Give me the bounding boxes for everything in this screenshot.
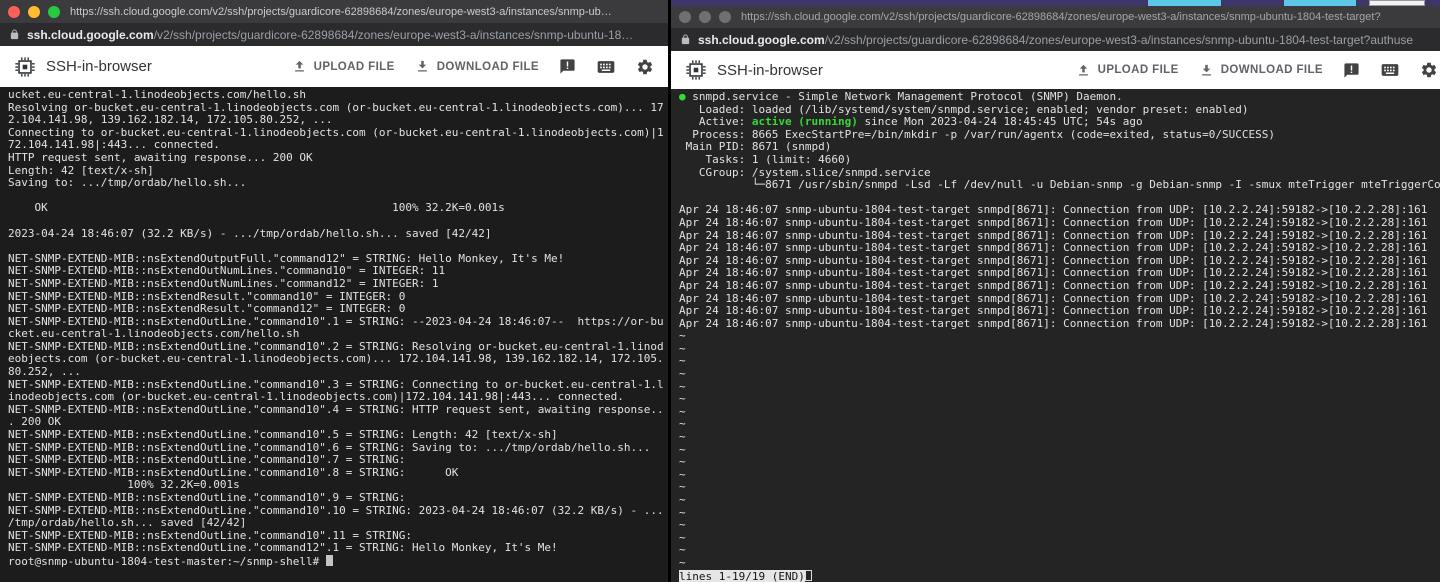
address-bar[interactable]: ssh.cloud.google.com/v2/ssh/projects/gua… <box>671 28 1440 51</box>
terminal-line: ~ <box>679 355 1440 368</box>
terminal-left[interactable]: ucket.eu-central-1.linodeobjects.com/hel… <box>0 87 668 582</box>
terminal-line: eobjects.com (or-bucket.eu-central-1.lin… <box>8 353 668 366</box>
right-browser-window: https://ssh.cloud.google.com/v2/ssh/proj… <box>671 6 1440 582</box>
terminal-line: ~ <box>679 544 1440 557</box>
page-url: ssh.cloud.google.com/v2/ssh/projects/gua… <box>27 28 633 42</box>
lock-icon <box>680 34 691 45</box>
ssh-app-header: SSH-in-browser UPLOAD FILE DOWNLOAD FILE <box>0 46 668 87</box>
settings-gear-icon <box>636 58 654 76</box>
window-title: https://ssh.cloud.google.com/v2/ssh/proj… <box>741 11 1432 23</box>
terminal-line: ~ <box>679 481 1440 494</box>
terminal-line: ~ <box>679 469 1440 482</box>
upload-icon <box>1076 63 1091 78</box>
window-titlebar[interactable]: https://ssh.cloud.google.com/v2/ssh/proj… <box>671 6 1440 28</box>
download-file-button[interactable]: DOWNLOAD FILE <box>415 59 539 74</box>
terminal-line: ~ <box>679 494 1440 507</box>
terminal-line: ~ <box>679 456 1440 469</box>
download-file-button[interactable]: DOWNLOAD FILE <box>1199 63 1323 78</box>
feedback-button[interactable] <box>559 58 576 75</box>
url-domain: ssh.cloud.google.com <box>698 33 825 47</box>
traffic-lights <box>8 6 60 18</box>
left-browser-window: https://ssh.cloud.google.com/v2/ssh/proj… <box>0 0 668 582</box>
feedback-icon <box>1343 62 1360 79</box>
keyboard-icon <box>596 57 616 77</box>
terminal-line: lines 1-19/19 (END) <box>679 570 1440 582</box>
url-domain: ssh.cloud.google.com <box>27 28 154 42</box>
download-icon <box>415 59 430 74</box>
chip-icon <box>14 56 36 78</box>
terminal-line: OK 100% 32.2K=0.001s <box>8 202 668 215</box>
chip-icon <box>685 59 707 81</box>
page-title: SSH-in-browser <box>46 58 152 75</box>
url-path: /v2/ssh/projects/guardicore-62898684/zon… <box>154 28 634 42</box>
terminal-line: 2023-04-24 18:46:07 (32.2 KB/s) - .../tm… <box>8 228 668 241</box>
terminal-line: ~ <box>679 444 1440 457</box>
terminal-line: ~ <box>679 393 1440 406</box>
terminal-line: ~ <box>679 519 1440 532</box>
close-icon[interactable] <box>679 11 691 23</box>
page-url: ssh.cloud.google.com/v2/ssh/projects/gua… <box>698 33 1413 47</box>
terminal-line: ~ <box>679 368 1440 381</box>
terminal-line: └─8671 /usr/sbin/snmpd -Lsd -Lf /dev/nul… <box>679 179 1440 192</box>
settings-gear-button[interactable] <box>1420 61 1438 79</box>
lock-icon <box>9 29 20 40</box>
terminal-line: ~ <box>679 431 1440 444</box>
window-titlebar[interactable]: https://ssh.cloud.google.com/v2/ssh/proj… <box>0 0 668 23</box>
traffic-lights <box>679 11 731 23</box>
terminal-line: Apr 24 18:46:07 snmp-ubuntu-1804-test-ta… <box>679 318 1440 331</box>
settings-gear-icon <box>1420 61 1438 79</box>
keyboard-icon <box>1380 60 1400 80</box>
zoom-icon[interactable] <box>48 6 60 18</box>
window-title: https://ssh.cloud.google.com/v2/ssh/proj… <box>70 6 660 18</box>
terminal-line: NET-SNMP-EXTEND-MIB::nsExtendOutLine."co… <box>8 404 668 417</box>
upload-file-button[interactable]: UPLOAD FILE <box>292 59 395 74</box>
upload-file-button[interactable]: UPLOAD FILE <box>1076 63 1179 78</box>
terminal-line: root@snmp-ubuntu-1804-test-master:~/snmp… <box>8 555 668 568</box>
address-bar[interactable]: ssh.cloud.google.com/v2/ssh/projects/gua… <box>0 23 668 46</box>
terminal-line: Saving to: .../tmp/ordab/hello.sh... <box>8 177 668 190</box>
zoom-icon[interactable] <box>719 11 731 23</box>
terminal-line: ~ <box>679 343 1440 356</box>
terminal-line: NET-SNMP-EXTEND-MIB::nsExtendOutLine."co… <box>8 542 668 555</box>
terminal-line: ~ <box>679 507 1440 520</box>
terminal-right[interactable]: ● snmpd.service - Simple Network Managem… <box>671 89 1440 582</box>
download-icon <box>1199 63 1214 78</box>
upload-icon <box>292 59 307 74</box>
minimize-icon[interactable] <box>28 6 40 18</box>
feedback-icon <box>559 58 576 75</box>
terminal-line: ~ <box>679 557 1440 570</box>
terminal-line: ~ <box>679 418 1440 431</box>
terminal-line: ~ <box>679 406 1440 419</box>
terminal-line: ~ <box>679 330 1440 343</box>
page-title: SSH-in-browser <box>717 62 823 79</box>
feedback-button[interactable] <box>1343 62 1360 79</box>
ssh-app-header: SSH-in-browser UPLOAD FILE DOWNLOAD FILE <box>671 51 1440 89</box>
minimize-icon[interactable] <box>699 11 711 23</box>
keyboard-button[interactable] <box>1380 60 1400 80</box>
url-path: /v2/ssh/projects/guardicore-62898684/zon… <box>825 33 1413 47</box>
terminal-line: ~ <box>679 381 1440 394</box>
close-icon[interactable] <box>8 6 20 18</box>
keyboard-button[interactable] <box>596 57 616 77</box>
settings-gear-button[interactable] <box>636 58 654 76</box>
terminal-line: ~ <box>679 532 1440 545</box>
